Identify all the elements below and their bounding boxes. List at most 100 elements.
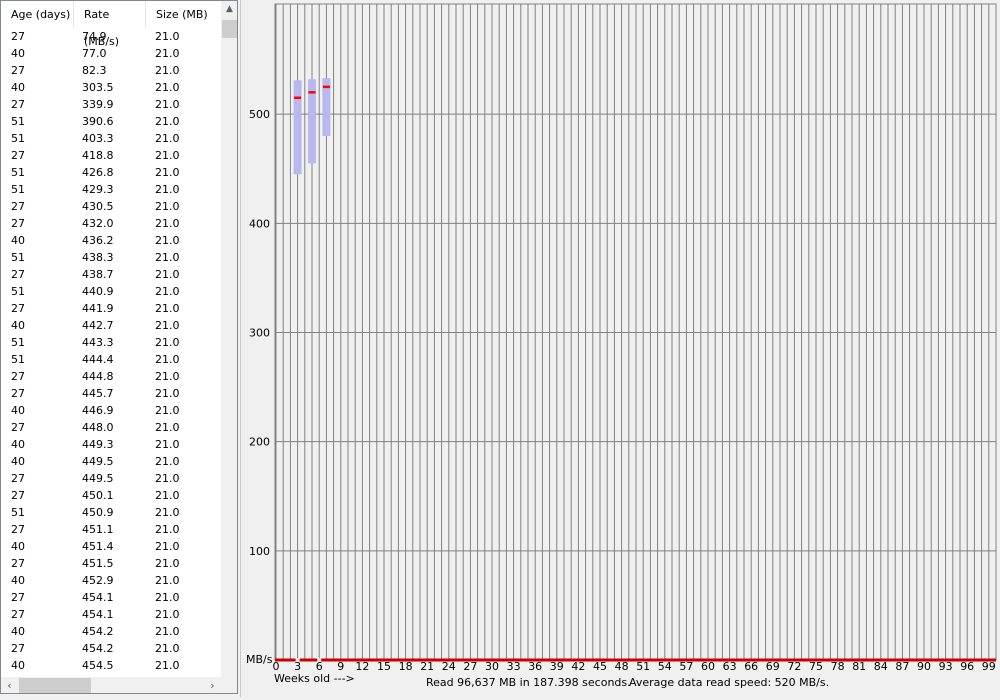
x-tick-label: 45 <box>593 660 607 673</box>
cell-age: 51 <box>11 506 25 519</box>
cell-size: 21.0 <box>155 659 180 672</box>
table-row[interactable]: 51 440.9 21.0 <box>1 283 221 300</box>
cell-rate: 449.5 <box>82 472 114 485</box>
table-row[interactable]: 40 442.7 21.0 <box>1 317 221 334</box>
table-row[interactable]: 40 452.9 21.0 <box>1 572 221 589</box>
vertical-scrollbar[interactable]: ▲ <box>221 1 237 677</box>
table-row[interactable]: 27 445.7 21.0 <box>1 385 221 402</box>
cell-size: 21.0 <box>155 268 180 281</box>
cell-age: 51 <box>11 166 25 179</box>
cell-age: 27 <box>11 523 25 536</box>
table-row[interactable]: 27 444.8 21.0 <box>1 368 221 385</box>
table-row[interactable]: 51 443.3 21.0 <box>1 334 221 351</box>
table-row[interactable]: 40 449.5 21.0 <box>1 453 221 470</box>
sample-table-panel: Age (days) Rate (MB/s) Size (MB) 27 74.9 2… <box>0 0 238 694</box>
table-row[interactable]: 27 432.0 21.0 <box>1 215 221 232</box>
table-row[interactable]: 27 449.5 21.0 <box>1 470 221 487</box>
x-tick-label: 42 <box>571 660 585 673</box>
scroll-up-arrow-icon[interactable]: ▲ <box>221 1 237 18</box>
table-row[interactable]: 27 82.3 21.0 <box>1 62 221 79</box>
table-row[interactable]: 51 450.9 21.0 <box>1 504 221 521</box>
vertical-scroll-thumb[interactable] <box>222 20 237 38</box>
cell-age: 40 <box>11 47 25 60</box>
cell-rate: 444.4 <box>82 353 114 366</box>
cell-size: 21.0 <box>155 574 180 587</box>
cell-rate: 452.9 <box>82 574 114 587</box>
cell-age: 27 <box>11 302 25 315</box>
cell-rate: 82.3 <box>82 64 107 77</box>
cell-size: 21.0 <box>155 132 180 145</box>
cell-size: 21.0 <box>155 625 180 638</box>
table-row[interactable]: 51 390.6 21.0 <box>1 113 221 130</box>
cell-size: 21.0 <box>155 98 180 111</box>
table-body: 27 74.9 21.0 40 77.0 21.0 27 82.3 21.0 40 303.5 21.… <box>1 28 221 678</box>
scroll-left-arrow-icon[interactable]: ‹ <box>1 677 18 693</box>
y-tick-label: 400 <box>249 217 270 230</box>
speed-chart: 100200300400500 0 3 6 9 12 15 18 21 24 27 30 33 36 39… <box>239 0 1000 697</box>
column-header-size[interactable]: Size (MB) <box>146 1 221 28</box>
table-row[interactable]: 51 429.3 21.0 <box>1 181 221 198</box>
cell-size: 21.0 <box>155 30 180 43</box>
cell-size: 21.0 <box>155 591 180 604</box>
x-tick-label: 63 <box>723 660 737 673</box>
cell-age: 51 <box>11 183 25 196</box>
cell-size: 21.0 <box>155 166 180 179</box>
x-tick-label: 21 <box>420 660 434 673</box>
table-row[interactable]: 27 430.5 21.0 <box>1 198 221 215</box>
table-row[interactable]: 40 449.3 21.0 <box>1 436 221 453</box>
cell-size: 21.0 <box>155 387 180 400</box>
table-row[interactable]: 51 444.4 21.0 <box>1 351 221 368</box>
horizontal-scrollbar[interactable]: ‹ › <box>1 677 221 693</box>
cell-rate: 448.0 <box>82 421 114 434</box>
column-header-rate[interactable]: Rate (MB/s) <box>74 1 146 48</box>
table-row[interactable]: 27 448.0 21.0 <box>1 419 221 436</box>
table-row[interactable]: 40 446.9 21.0 <box>1 402 221 419</box>
table-row[interactable]: 27 451.5 21.0 <box>1 555 221 572</box>
table-row[interactable]: 27 454.2 21.0 <box>1 640 221 657</box>
cell-rate: 418.8 <box>82 149 114 162</box>
cell-rate: 454.5 <box>82 659 114 672</box>
table-row[interactable]: 51 426.8 21.0 <box>1 164 221 181</box>
table-row[interactable]: 27 454.1 21.0 <box>1 589 221 606</box>
x-tick-label: 24 <box>442 660 456 673</box>
cell-size: 21.0 <box>155 149 180 162</box>
cell-rate: 303.5 <box>82 81 114 94</box>
cell-rate: 441.9 <box>82 302 114 315</box>
table-row[interactable]: 27 451.1 21.0 <box>1 521 221 538</box>
x-tick-label: 30 <box>485 660 499 673</box>
table-row[interactable]: 40 303.5 21.0 <box>1 79 221 96</box>
cell-rate: 451.1 <box>82 523 114 536</box>
table-row[interactable]: 27 74.9 21.0 <box>1 28 221 45</box>
cell-size: 21.0 <box>155 472 180 485</box>
table-row[interactable]: 40 454.2 21.0 <box>1 623 221 640</box>
cell-age: 27 <box>11 489 25 502</box>
table-row[interactable]: 27 418.8 21.0 <box>1 147 221 164</box>
x-tick-label: 39 <box>550 660 564 673</box>
cell-rate: 436.2 <box>82 234 114 247</box>
x-tick-label: 18 <box>399 660 413 673</box>
table-row[interactable]: 40 454.5 21.0 <box>1 657 221 674</box>
table-row[interactable]: 51 438.3 21.0 <box>1 249 221 266</box>
table-row[interactable]: 27 441.9 21.0 <box>1 300 221 317</box>
table-row[interactable]: 40 451.4 21.0 <box>1 538 221 555</box>
table-row[interactable]: 40 436.2 21.0 <box>1 232 221 249</box>
cell-age: 51 <box>11 251 25 264</box>
x-tick-label: 99 <box>982 660 996 673</box>
table-row[interactable]: 27 450.1 21.0 <box>1 487 221 504</box>
table-row[interactable]: 27 339.9 21.0 <box>1 96 221 113</box>
x-tick-label: 60 <box>701 660 715 673</box>
cell-age: 40 <box>11 438 25 451</box>
cell-rate: 77.0 <box>82 47 107 60</box>
scroll-right-arrow-icon[interactable]: › <box>204 677 221 693</box>
column-header-age[interactable]: Age (days) <box>1 1 74 28</box>
horizontal-scroll-thumb[interactable] <box>19 678 91 693</box>
cell-rate: 430.5 <box>82 200 114 213</box>
table-row[interactable]: 51 403.3 21.0 <box>1 130 221 147</box>
cell-rate: 449.3 <box>82 438 114 451</box>
cell-age: 27 <box>11 421 25 434</box>
cell-rate: 426.8 <box>82 166 114 179</box>
cell-age: 27 <box>11 591 25 604</box>
table-row[interactable]: 27 438.7 21.0 <box>1 266 221 283</box>
table-row[interactable]: 40 77.0 21.0 <box>1 45 221 62</box>
table-row[interactable]: 27 454.1 21.0 <box>1 606 221 623</box>
